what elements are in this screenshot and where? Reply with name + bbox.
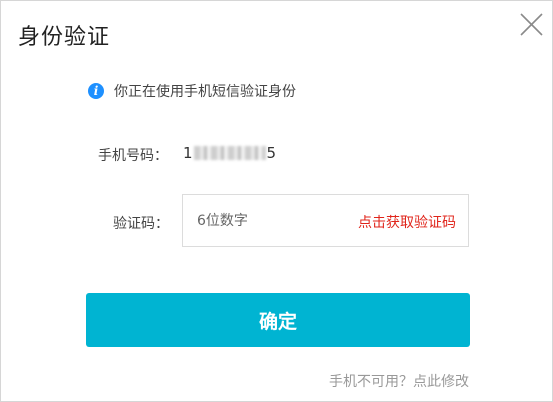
close-button[interactable] bbox=[515, 9, 547, 41]
phone-unavailable-link[interactable]: 手机不可用？点此修改 bbox=[329, 371, 469, 391]
code-label: 验证码： bbox=[113, 216, 169, 232]
phone-label: 手机号码： bbox=[98, 148, 168, 164]
verification-dialog: 身份验证 i 你正在使用手机短信验证身份 手机号码： 1 5 验证码： 点击获取… bbox=[0, 0, 553, 402]
code-field-box: 点击获取验证码 bbox=[182, 194, 469, 247]
confirm-button[interactable]: 确定 bbox=[86, 293, 470, 347]
phone-number: 1 5 bbox=[183, 144, 276, 162]
info-icon: i bbox=[88, 83, 104, 99]
info-text: 你正在使用手机短信验证身份 bbox=[114, 84, 296, 100]
phone-suffix: 5 bbox=[266, 144, 277, 162]
code-input[interactable] bbox=[197, 195, 347, 246]
info-message: i 你正在使用手机短信验证身份 bbox=[88, 81, 296, 101]
get-code-link[interactable]: 点击获取验证码 bbox=[358, 212, 456, 232]
close-icon bbox=[520, 13, 543, 36]
phone-prefix: 1 bbox=[183, 144, 193, 162]
phone-masked-digits bbox=[193, 146, 266, 160]
dialog-title: 身份验证 bbox=[18, 25, 111, 50]
